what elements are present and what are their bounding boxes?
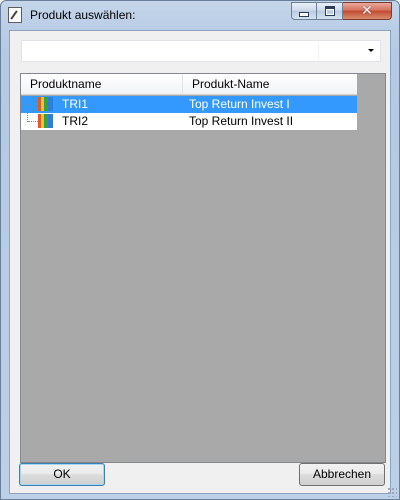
tree-row-name: TRI2 — [62, 114, 89, 128]
tree-row-description: Top Return Invest I — [189, 97, 290, 111]
product-bars-icon — [38, 97, 53, 111]
close-button[interactable]: ✕ — [343, 2, 392, 20]
minimize-icon — [299, 12, 309, 17]
minimize-button[interactable] — [291, 2, 317, 20]
title-bar[interactable]: Produkt auswählen: ✕ — [1, 1, 399, 29]
column-header-produktname[interactable]: Produktname — [21, 74, 183, 94]
product-bars-icon — [38, 114, 53, 128]
column-header-row: Produktname Produkt-Name — [21, 74, 357, 95]
window-title: Produkt auswählen: — [30, 8, 136, 22]
chevron-down-icon[interactable] — [368, 49, 374, 52]
product-tree-list[interactable]: Produktname Produkt-Name TRI1 Top Return… — [20, 73, 386, 463]
dialog-client-area: Produktname Produkt-Name TRI1 Top Return… — [9, 30, 391, 494]
product-picker-icon — [8, 7, 22, 23]
tree-row-tri2[interactable]: TRI2 Top Return Invest II — [21, 113, 357, 130]
ok-button[interactable]: OK — [19, 463, 105, 486]
column-header-produkt-name[interactable]: Produkt-Name — [183, 74, 357, 94]
maximize-icon — [324, 6, 335, 16]
resize-grip[interactable] — [387, 487, 397, 497]
tree-row-description: Top Return Invest II — [189, 114, 294, 128]
dialog-window: Produkt auswählen: ✕ Produktname Produkt… — [0, 0, 400, 500]
tree-row-tri1[interactable]: TRI1 Top Return Invest I — [21, 96, 357, 113]
maximize-button[interactable] — [317, 2, 343, 20]
combobox-separator — [318, 43, 319, 59]
close-icon: ✕ — [361, 3, 373, 19]
tree-row-name: TRI1 — [62, 97, 89, 111]
cancel-button[interactable]: Abbrechen — [299, 463, 385, 486]
product-filter-combobox[interactable] — [21, 40, 381, 62]
